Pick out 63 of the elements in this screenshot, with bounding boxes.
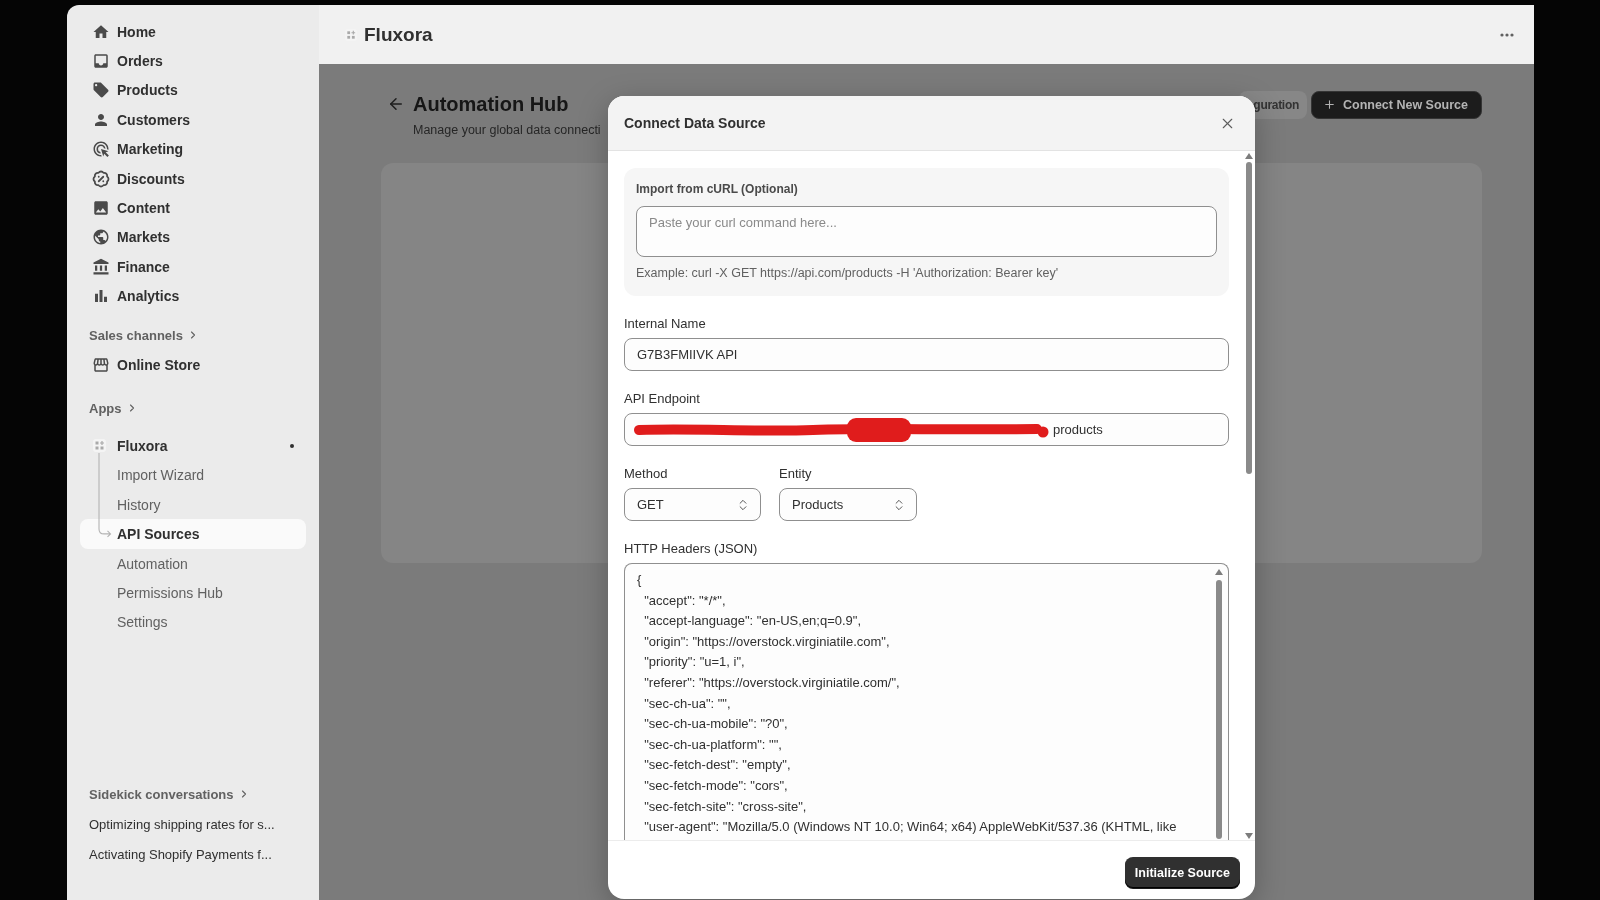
section-link[interactable]: Apps [80,396,138,421]
modal-title: Connect Data Source [624,115,766,131]
subnav-item[interactable]: Settings [80,607,306,638]
chevron-up-down-icon [892,497,906,512]
app-tile-icon [345,28,357,41]
subnav-item[interactable]: Import Wizard [80,460,306,491]
target-cursor-icon [92,140,110,159]
text-field[interactable]: products [624,413,1229,446]
field-label: HTTP Headers (JSON) [624,541,758,557]
subnav-item[interactable]: API Sources [80,519,306,549]
app-title: Fluxora [364,23,433,46]
nav-item[interactable]: Discounts [80,163,306,194]
nav-item[interactable]: Customers [80,105,306,135]
curl-command-field[interactable]: Paste your curl command here... [636,206,1217,257]
dot-icon [290,444,294,448]
scroll-down-icon[interactable] [1245,833,1253,839]
select-field[interactable]: Products [779,488,917,521]
app-nav-item[interactable]: Fluxora [80,431,306,461]
subnav-item[interactable]: Permissions Hub [80,578,306,608]
nav-item[interactable]: Home [80,17,306,47]
tree-branch-icon [98,453,112,539]
image-icon [92,199,110,218]
conversation-link[interactable]: Optimizing shipping rates for s... [80,810,275,840]
chevron-up-down-icon [736,497,750,512]
field-label: Method [624,466,668,482]
scroll-up-icon[interactable] [1215,569,1223,575]
nav-item[interactable]: Orders [80,46,306,76]
field-label: Entity [779,466,812,482]
nav-item[interactable]: Content [80,193,306,223]
headers-field[interactable]: { "accept": "*/*", "accept-language": "en-US,en;q=0.9", "origin": "https://overstock.virginiatile.com", "priority": "u=1, i", "referer": "https://overstock.virginiatile.com/", "sec-ch-ua": "", "sec-ch-ua-mobile": "?0", "sec-ch-ua-platform": "", "sec-fetch-dest": "empty", "sec-fetch-mode": "cors", "sec-fetch-site": "cross-site", "user-agent": "Mozilla/5.0 (Windows NT 10.0; Win64; x64) AppleWebKit/537.36 (KHTML, like [624,563,1229,840]
subnav-item[interactable]: Automation [80,548,306,579]
more-icon [1500,32,1514,37]
nav-item[interactable]: Analytics [80,281,306,311]
field-label: Import from cURL (Optional) [636,181,799,197]
field-label: API Endpoint [624,391,700,407]
select-field[interactable]: GET [624,488,761,521]
app-tile-icon [93,439,106,453]
subnav-item[interactable]: History [80,490,306,520]
nav-item[interactable]: Finance [80,252,306,282]
nav-item[interactable]: Marketing [80,134,306,164]
section-link[interactable]: Sidekick conversations [80,782,250,807]
page-subtitle: Manage your global data connecti [413,122,601,138]
nav-item[interactable]: Markets [80,222,306,253]
nav-item[interactable]: Online Store [80,349,306,380]
section-link[interactable]: Sales channels [80,323,199,348]
bank-icon [92,257,110,276]
field-hint: Example: curl -X GET https://api.com/products -H 'Authorization: Bearer key' [636,265,1060,281]
scroll-up-icon[interactable] [1245,153,1253,159]
submit-button[interactable]: Initialize Source [1124,857,1240,888]
plus-icon [1322,98,1336,112]
nav-item[interactable]: Products [80,75,306,106]
scrollbar-thumb[interactable] [1246,162,1252,474]
tag-icon [92,81,110,100]
store-icon [92,355,110,374]
page-title: Automation Hub [413,92,570,117]
conversation-link[interactable]: Activating Shopify Payments f... [80,839,272,869]
connect-source-button[interactable]: Connect New Source [1310,91,1482,119]
inbox-icon [92,52,110,71]
field-label: Internal Name [624,316,706,332]
scrollbar-thumb[interactable] [1216,580,1222,839]
globe-icon [92,228,110,247]
percent-badge-icon [92,169,110,188]
text-field[interactable]: G7B3FMIIVK API [624,338,1229,371]
